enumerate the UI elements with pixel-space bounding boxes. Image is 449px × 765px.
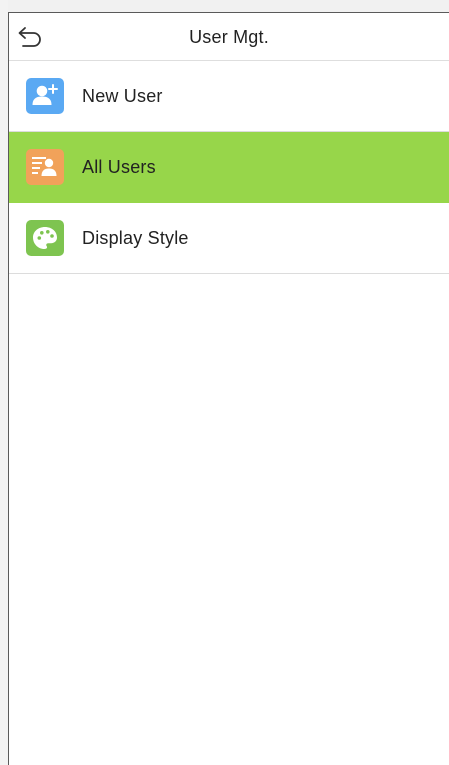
menu-item-new-user[interactable]: New User	[9, 61, 449, 132]
menu-item-label: Display Style	[82, 227, 189, 248]
menu-item-label: New User	[82, 85, 163, 106]
menu-list: New User All Users Display Style	[9, 61, 449, 274]
palette-icon	[26, 220, 64, 256]
menu-item-display-style[interactable]: Display Style	[9, 203, 449, 274]
page-title: User Mgt.	[189, 27, 269, 47]
background-edge	[0, 0, 8, 765]
header-bar: User Mgt.	[9, 13, 449, 61]
device-screen: User Mgt. New User All Users Display Sty…	[8, 12, 449, 765]
menu-item-label: All Users	[82, 156, 156, 177]
add-user-icon	[26, 78, 64, 114]
user-list-icon	[26, 149, 64, 185]
menu-item-all-users[interactable]: All Users	[9, 132, 449, 203]
background-strip	[0, 0, 449, 12]
